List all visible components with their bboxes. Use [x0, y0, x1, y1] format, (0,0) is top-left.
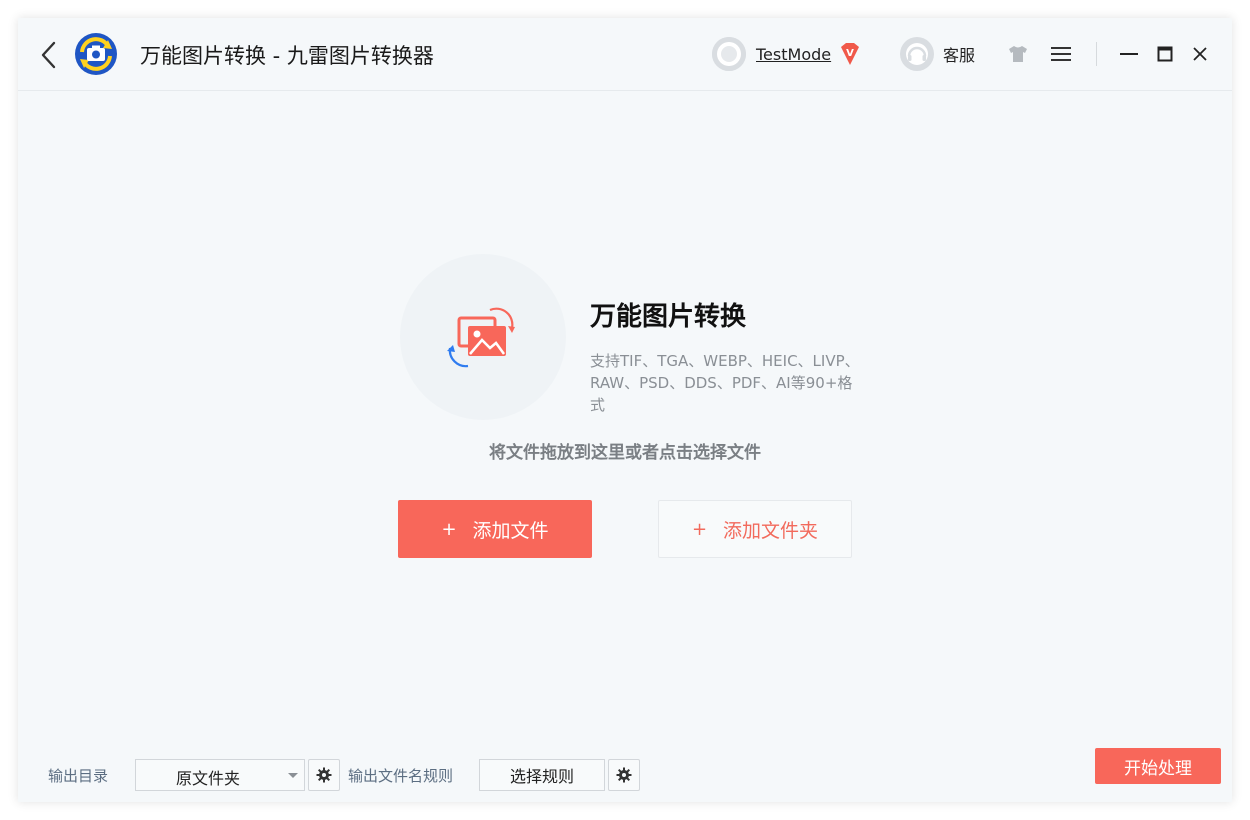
hero-title: 万能图片转换: [590, 302, 747, 332]
add-folder-label: 添加文件夹: [723, 519, 819, 542]
start-processing-button[interactable]: 开始处理: [1095, 748, 1221, 784]
app-logo-icon: [75, 33, 117, 75]
username-link[interactable]: TestMode: [756, 45, 831, 64]
chevron-down-icon: [288, 773, 298, 778]
image-convert-icon: [447, 307, 515, 368]
select-rule-button[interactable]: 选择规则: [479, 759, 605, 791]
title-bar: 万能图片转换 - 九雷图片转换器 TestMode V 客服: [18, 18, 1232, 91]
add-folder-button[interactable]: + 添加文件夹: [658, 500, 852, 558]
gear-icon: [616, 767, 632, 783]
output-name-rule-label: 输出文件名规则: [348, 767, 454, 785]
plus-icon: +: [441, 518, 457, 540]
user-account[interactable]: TestMode V: [712, 37, 863, 71]
titlebar-divider: [1096, 42, 1097, 66]
bottom-toolbar: 输出目录 原文件夹 输出文件名规则 选择规则 开始处理: [18, 748, 1232, 802]
drop-hint-text: 将文件拖放到这里或者点击选择文件: [489, 443, 761, 463]
add-file-label: 添加文件: [472, 519, 549, 542]
service-label: 客服: [943, 46, 976, 65]
minimize-icon[interactable]: [1120, 46, 1138, 62]
output-dir-label: 输出目录: [48, 767, 109, 785]
maximize-icon[interactable]: [1157, 46, 1173, 62]
output-dir-value: 原文件夹: [176, 769, 241, 788]
output-dir-select[interactable]: 原文件夹: [135, 759, 305, 791]
customer-service[interactable]: 客服: [899, 37, 975, 71]
supported-formats-text: 支持TIF、TGA、WEBP、HEIC、LIVP、RAW、PSD、DDS、PDF…: [590, 352, 860, 414]
svg-text:V: V: [846, 48, 854, 59]
output-dir-settings-button[interactable]: [308, 759, 340, 791]
plus-icon: +: [691, 518, 708, 540]
headset-icon: [900, 37, 934, 71]
vip-badge-icon: V: [841, 43, 860, 65]
close-icon[interactable]: [1192, 46, 1208, 62]
add-file-button[interactable]: + 添加文件: [398, 500, 592, 558]
tshirt-icon[interactable]: [1008, 45, 1028, 63]
rule-settings-button[interactable]: [608, 759, 640, 791]
user-avatar-icon: [712, 37, 746, 71]
back-arrow-icon[interactable]: [38, 40, 60, 70]
app-title: 万能图片转换 - 九雷图片转换器: [140, 44, 434, 68]
gear-icon: [316, 767, 332, 783]
menu-icon[interactable]: [1050, 45, 1072, 63]
app-window: 万能图片转换 - 九雷图片转换器 TestMode V 客服 万能图片转换 支持…: [18, 18, 1232, 802]
